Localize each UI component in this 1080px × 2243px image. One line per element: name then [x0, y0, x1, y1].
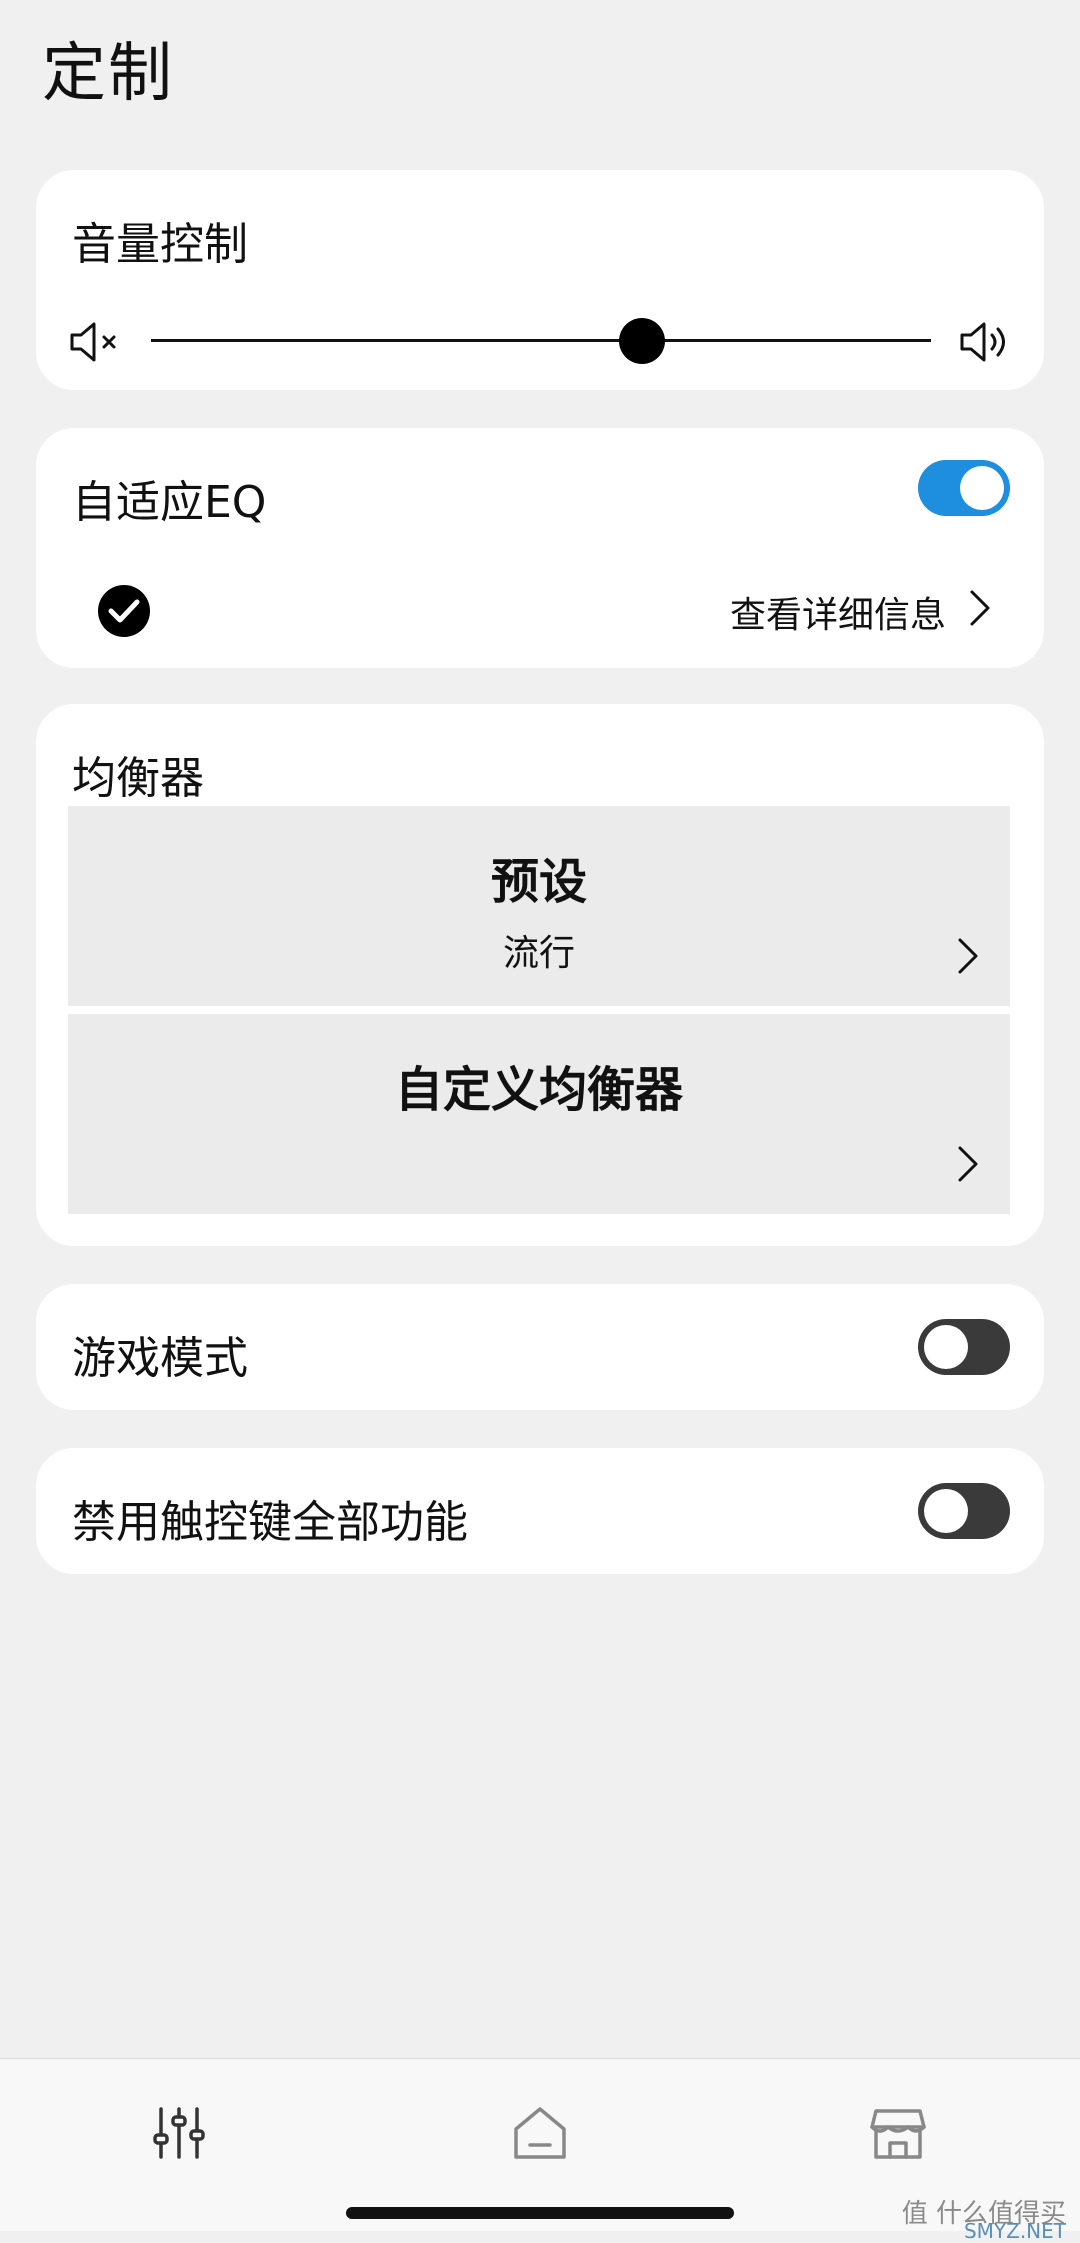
game-mode-title: 游戏模式	[72, 1333, 248, 1384]
volume-mute-icon[interactable]	[68, 320, 128, 364]
game-mode-card: 游戏模式	[36, 1284, 1044, 1410]
volume-slider-track[interactable]	[151, 339, 931, 342]
volume-card: 音量控制	[36, 170, 1044, 390]
view-details-link[interactable]: 查看详细信息	[686, 580, 1016, 640]
toggle-knob	[924, 1325, 968, 1369]
preset-title: 预设	[490, 854, 587, 910]
bottom-nav: 值 什么值得买 SMYZ.NET	[0, 2058, 1080, 2243]
adaptive-eq-card: 自适应EQ 查看详细信息	[36, 428, 1044, 668]
custom-equalizer-option[interactable]: 自定义均衡器	[68, 1014, 1010, 1214]
page-title: 定制	[42, 37, 174, 111]
volume-loud-icon[interactable]	[958, 320, 1018, 364]
touch-controls-card: 禁用触控键全部功能	[36, 1448, 1044, 1574]
equalizer-title: 均衡器	[72, 753, 204, 804]
check-icon	[98, 585, 150, 637]
chevron-right-icon	[956, 1144, 980, 1184]
watermark-sub: SMYZ.NET	[963, 2219, 1066, 2243]
custom-equalizer-title: 自定义均衡器	[394, 1062, 683, 1118]
view-details-label: 查看详细信息	[729, 595, 946, 636]
equalizer-icon[interactable]	[147, 2101, 211, 2165]
preset-value: 流行	[502, 933, 575, 974]
home-icon[interactable]	[508, 2101, 572, 2165]
volume-title: 音量控制	[72, 219, 248, 270]
volume-slider-thumb[interactable]	[619, 318, 666, 364]
toggle-knob	[924, 1489, 968, 1533]
adaptive-eq-toggle[interactable]	[918, 460, 1010, 516]
equalizer-card: 均衡器 预设 流行 自定义均衡器	[36, 704, 1044, 1246]
adaptive-eq-title: 自适应EQ	[72, 477, 267, 528]
game-mode-toggle[interactable]	[918, 1319, 1010, 1375]
home-indicator[interactable]	[346, 2207, 734, 2219]
chevron-right-icon	[968, 588, 992, 628]
toggle-knob	[960, 466, 1004, 510]
touch-controls-title: 禁用触控键全部功能	[72, 1497, 468, 1548]
chevron-right-icon	[956, 936, 980, 976]
store-icon[interactable]	[866, 2101, 930, 2165]
touch-controls-toggle[interactable]	[918, 1483, 1010, 1539]
preset-option[interactable]: 预设 流行	[68, 806, 1010, 1006]
